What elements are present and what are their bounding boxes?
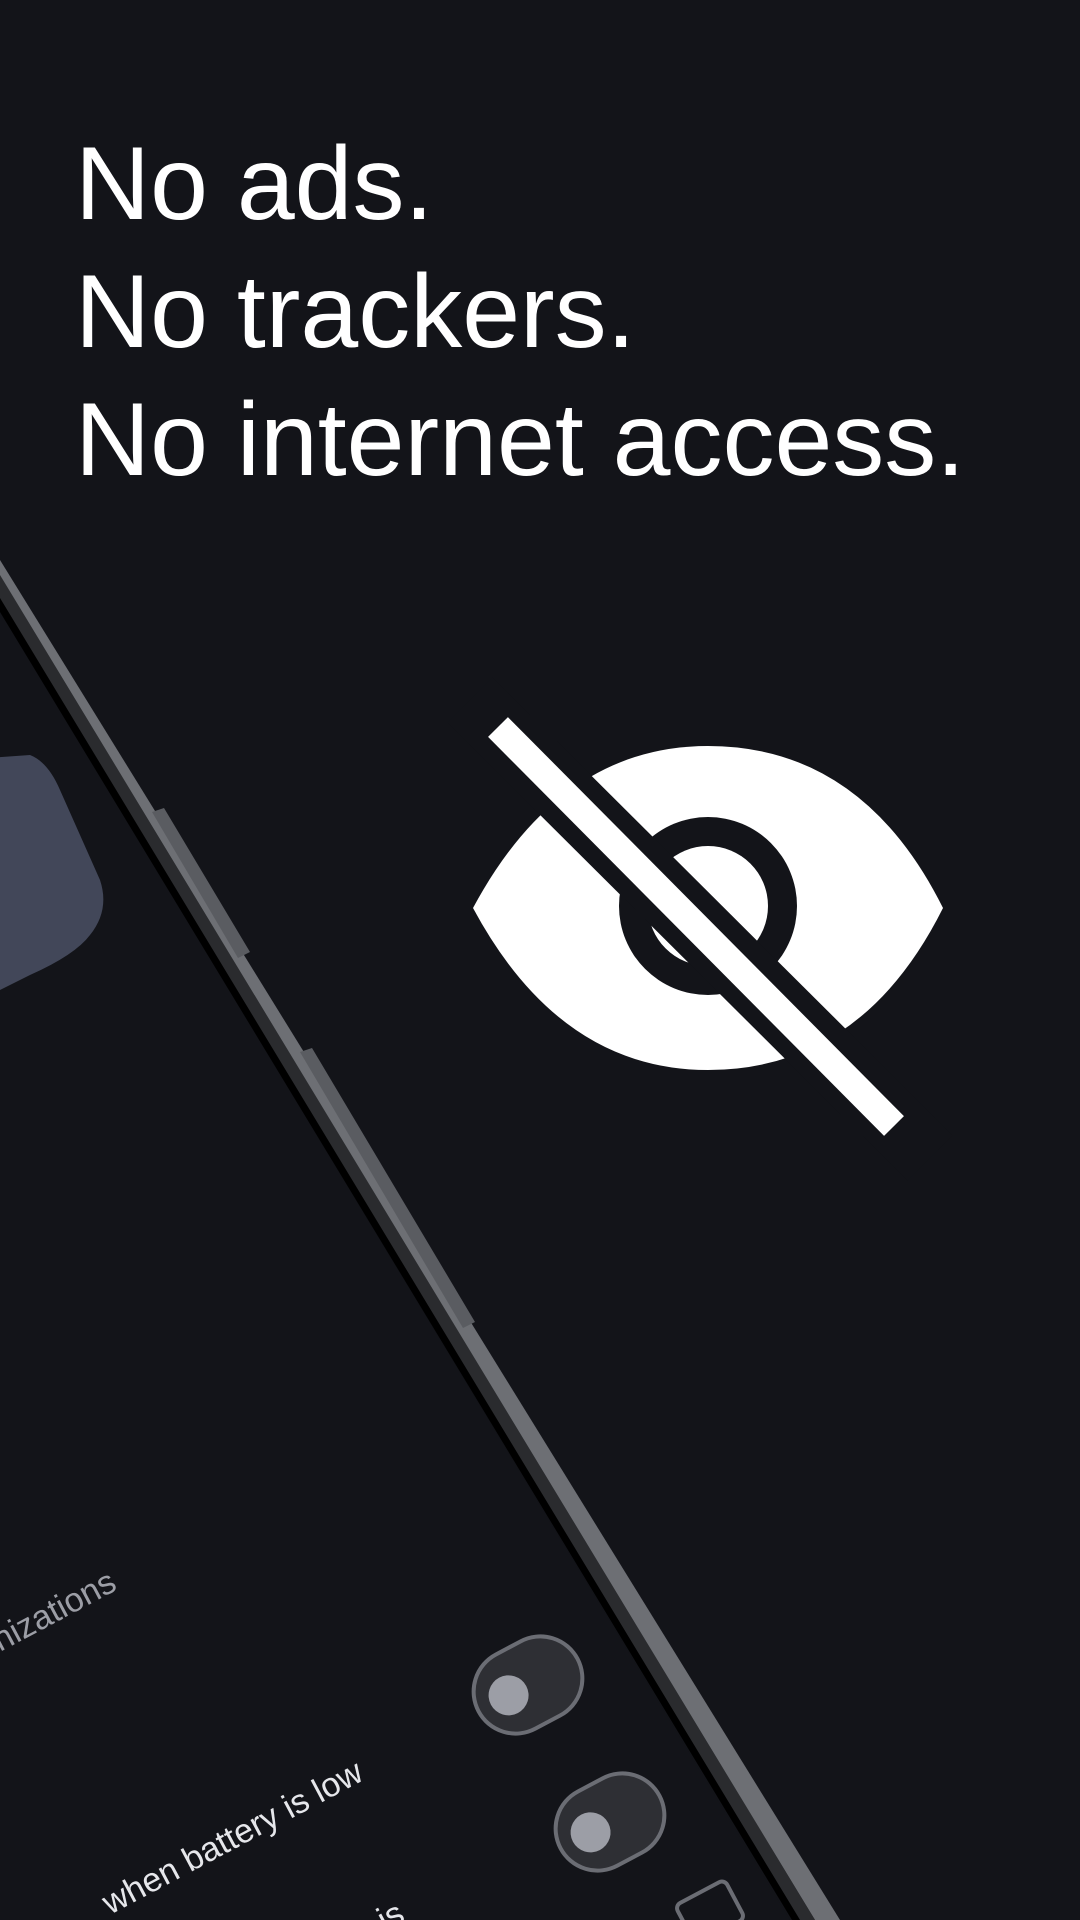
device-illustration: nizations when battery is low is bbox=[0, 560, 953, 1920]
promo-screen: No ads. No trackers. No internet access.… bbox=[0, 0, 1080, 1920]
eye-off-icon bbox=[447, 677, 953, 1181]
